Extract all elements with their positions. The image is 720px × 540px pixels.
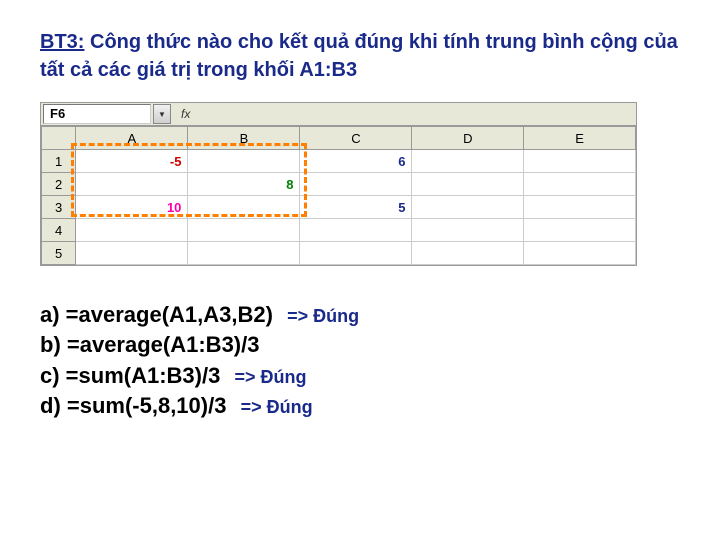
cell-C4[interactable] bbox=[300, 219, 412, 242]
row-header-3[interactable]: 3 bbox=[42, 196, 76, 219]
answer-d: d) =sum(-5,8,10)/3 => Đúng bbox=[40, 391, 680, 421]
name-box[interactable]: F6 bbox=[43, 104, 151, 124]
spreadsheet: F6 ▼ fx A B C D E 1 -5 6 2 8 bbox=[40, 102, 637, 266]
cell-E2[interactable] bbox=[524, 173, 636, 196]
cell-C3[interactable]: 5 bbox=[300, 196, 412, 219]
question-text: Công thức nào cho kết quả đúng khi tính … bbox=[40, 31, 678, 81]
answer-b-text: b) =average(A1:B3)/3 bbox=[40, 332, 259, 357]
cell-B4[interactable] bbox=[188, 219, 300, 242]
cell-D5[interactable] bbox=[412, 242, 524, 265]
answer-b: b) =average(A1:B3)/3 bbox=[40, 330, 680, 360]
cell-B2[interactable]: 8 bbox=[188, 173, 300, 196]
chevron-down-icon[interactable]: ▼ bbox=[153, 104, 171, 124]
formula-bar: F6 ▼ fx bbox=[41, 103, 636, 126]
row-header-5[interactable]: 5 bbox=[42, 242, 76, 265]
cell-D1[interactable] bbox=[412, 150, 524, 173]
cell-A3[interactable]: 10 bbox=[76, 196, 188, 219]
select-all-corner[interactable] bbox=[42, 127, 76, 150]
cell-A2[interactable] bbox=[76, 173, 188, 196]
question-prefix: BT3: bbox=[40, 31, 84, 53]
row-header-4[interactable]: 4 bbox=[42, 219, 76, 242]
cell-A4[interactable] bbox=[76, 219, 188, 242]
answer-c-text: c) =sum(A1:B3)/3 bbox=[40, 363, 220, 388]
cell-A1[interactable]: -5 bbox=[76, 150, 188, 173]
cell-C5[interactable] bbox=[300, 242, 412, 265]
answer-d-text: d) =sum(-5,8,10)/3 bbox=[40, 393, 226, 418]
answer-list: a) =average(A1,A3,B2) => Đúng b) =averag… bbox=[40, 300, 680, 421]
question-title: BT3: Công thức nào cho kết quả đúng khi … bbox=[40, 28, 680, 84]
cell-C1[interactable]: 6 bbox=[300, 150, 412, 173]
cell-B3[interactable] bbox=[188, 196, 300, 219]
col-header-B[interactable]: B bbox=[188, 127, 300, 150]
col-header-C[interactable]: C bbox=[300, 127, 412, 150]
cell-E5[interactable] bbox=[524, 242, 636, 265]
cell-C2[interactable] bbox=[300, 173, 412, 196]
answer-a: a) =average(A1,A3,B2) => Đúng bbox=[40, 300, 680, 330]
row-header-1[interactable]: 1 bbox=[42, 150, 76, 173]
cell-D4[interactable] bbox=[412, 219, 524, 242]
cell-D2[interactable] bbox=[412, 173, 524, 196]
answer-a-mark: => Đúng bbox=[287, 306, 359, 326]
col-header-A[interactable]: A bbox=[76, 127, 188, 150]
answer-d-mark: => Đúng bbox=[241, 397, 313, 417]
row-header-2[interactable]: 2 bbox=[42, 173, 76, 196]
cell-D3[interactable] bbox=[412, 196, 524, 219]
cell-E3[interactable] bbox=[524, 196, 636, 219]
grid: A B C D E 1 -5 6 2 8 3 10 5 bbox=[41, 126, 636, 265]
answer-c-mark: => Đúng bbox=[234, 367, 306, 387]
fx-icon[interactable]: fx bbox=[181, 107, 190, 121]
col-header-D[interactable]: D bbox=[412, 127, 524, 150]
answer-a-text: a) =average(A1,A3,B2) bbox=[40, 302, 273, 327]
cell-A5[interactable] bbox=[76, 242, 188, 265]
col-header-E[interactable]: E bbox=[524, 127, 636, 150]
cell-B1[interactable] bbox=[188, 150, 300, 173]
cell-E1[interactable] bbox=[524, 150, 636, 173]
answer-c: c) =sum(A1:B3)/3 => Đúng bbox=[40, 361, 680, 391]
cell-B5[interactable] bbox=[188, 242, 300, 265]
cell-E4[interactable] bbox=[524, 219, 636, 242]
